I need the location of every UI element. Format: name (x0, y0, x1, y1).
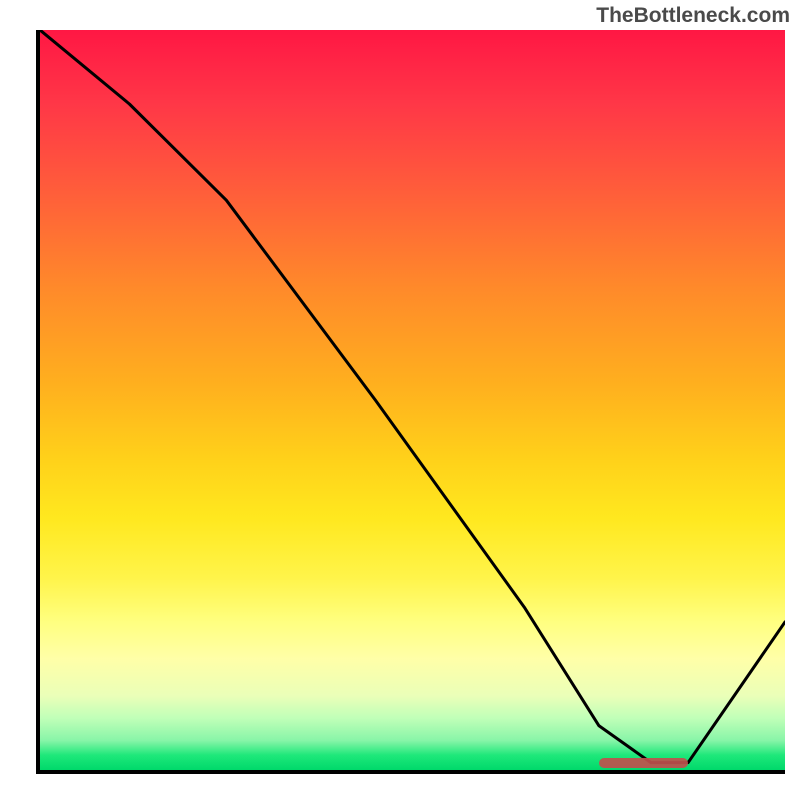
x-axis (40, 770, 785, 774)
curve-path (40, 30, 785, 763)
attribution-text: TheBottleneck.com (596, 4, 790, 28)
bottleneck-curve (40, 30, 785, 770)
optimal-range-marker (599, 758, 688, 768)
plot-area (40, 30, 785, 770)
y-axis (36, 30, 40, 774)
chart-container: TheBottleneck.com (0, 0, 800, 800)
